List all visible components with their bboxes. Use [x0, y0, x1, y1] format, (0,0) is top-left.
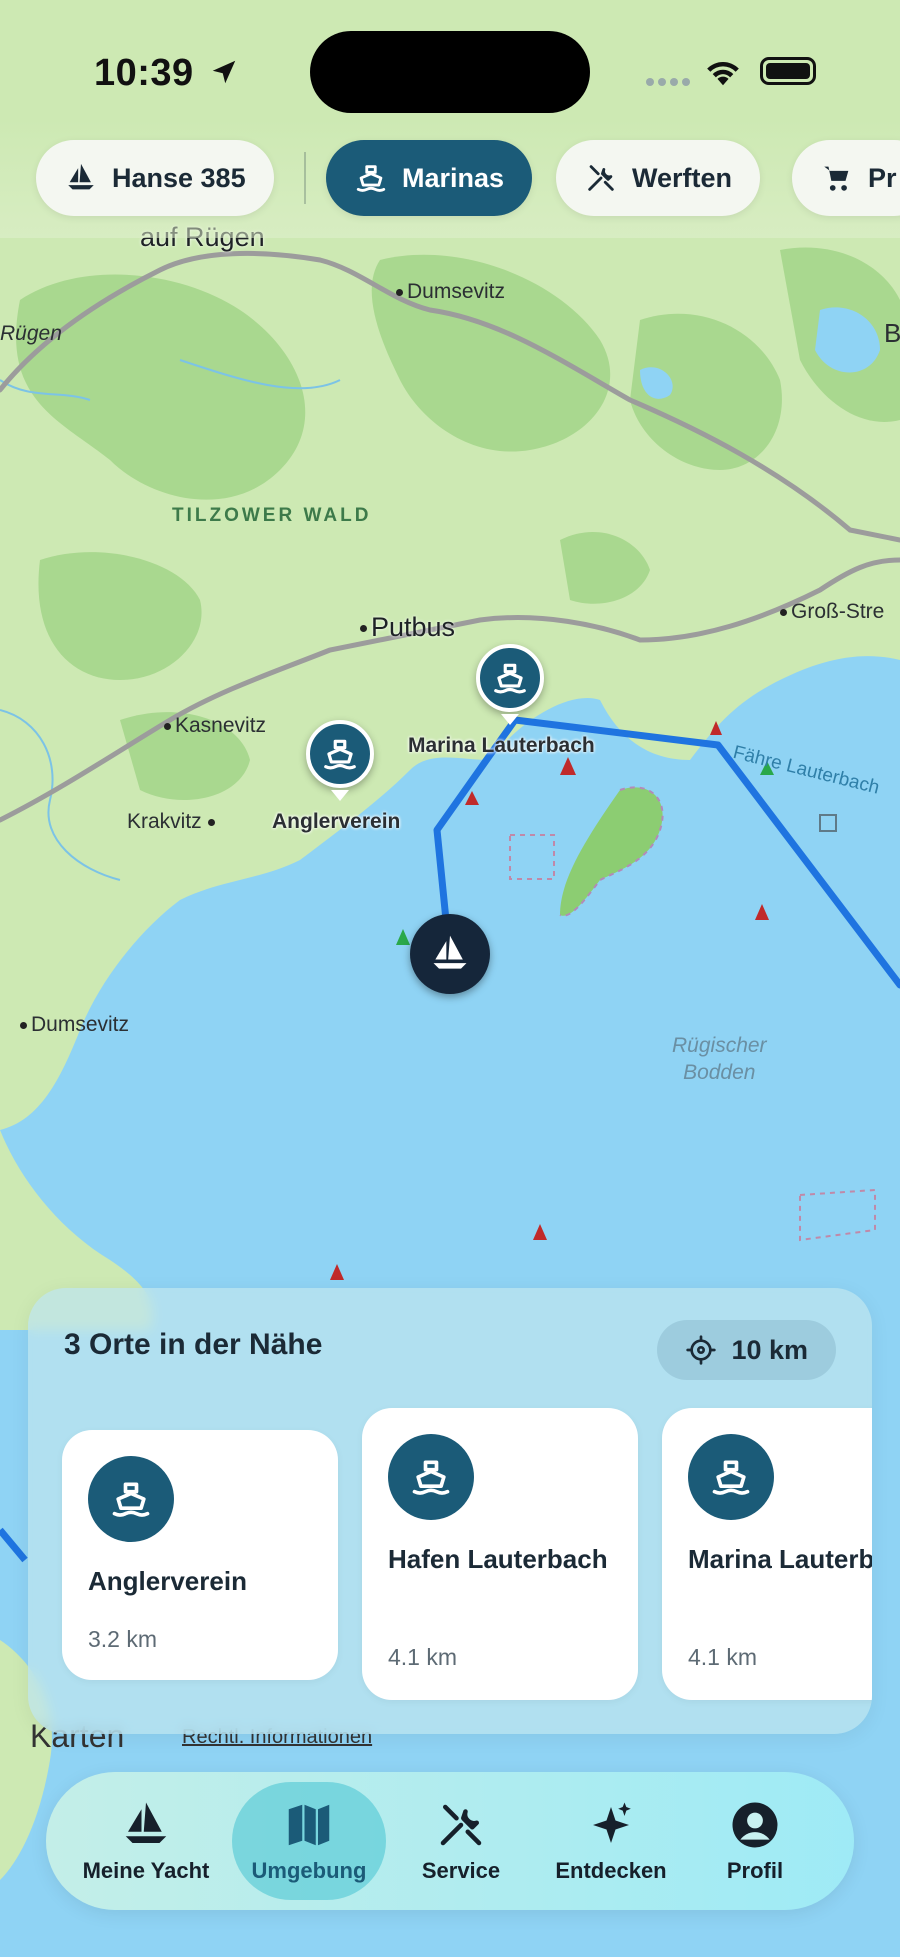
sailboat-icon: [433, 935, 467, 969]
sailboat-icon: [125, 1802, 167, 1843]
cart-icon: [824, 166, 849, 191]
my-yacht-marker[interactable]: [410, 914, 490, 994]
chip-werften[interactable]: Werften: [556, 140, 761, 216]
person-icon: [732, 1802, 778, 1848]
nearby-card-distance: 3.2 km: [88, 1626, 158, 1652]
ship-icon: [494, 663, 526, 694]
ship-icon-badge: [388, 1434, 474, 1520]
tab-service[interactable]: Service: [406, 1772, 516, 1910]
ship-icon: [712, 1460, 750, 1495]
ship-icon-badge: [688, 1434, 774, 1520]
ship-icon: [112, 1482, 150, 1517]
tab-umgebung[interactable]: Umgebung: [232, 1772, 386, 1910]
chip-my-yacht[interactable]: Hanse 385: [36, 140, 274, 216]
chip-label: Marinas: [402, 162, 505, 193]
tab-meine-yacht[interactable]: Meine Yacht: [76, 1772, 216, 1910]
tab-bar: Meine Yacht Umgebung Service Entdecken P…: [46, 1772, 854, 1910]
tab-entdecken[interactable]: Entdecken: [546, 1772, 676, 1910]
nearby-card-distance: 4.1 km: [388, 1644, 458, 1670]
tools-icon: [588, 165, 614, 191]
status-time: 10:39: [94, 52, 239, 95]
nearby-card-name: Hafen Lauterbach: [388, 1544, 608, 1574]
tab-label: Entdecken: [555, 1858, 667, 1883]
status-bar: 10:39: [0, 0, 900, 140]
tab-label: Service: [421, 1858, 501, 1883]
dynamic-island: [310, 31, 590, 113]
tab-label: Umgebung: [251, 1858, 367, 1883]
map-label-kasnevitz: Kasnevitz: [164, 714, 266, 738]
nearby-card-name: Anglerverein: [88, 1566, 247, 1596]
marina-pin-anglerverein[interactable]: [306, 720, 374, 788]
map-label-putbus: Putbus: [360, 612, 455, 643]
map-label-rugen: Rügen: [0, 322, 62, 345]
ship-icon: [324, 739, 356, 770]
wifi-icon: [707, 61, 739, 86]
location-arrow-icon: [212, 60, 236, 84]
ship-icon: [356, 165, 386, 192]
map-label-dumsevitz-left: Dumsevitz: [20, 1013, 129, 1037]
tab-label: Meine Yacht: [82, 1858, 210, 1883]
ship-icon: [412, 1460, 450, 1495]
map-label-dumsevitz: Dumsevitz: [396, 280, 505, 304]
map-label-gross-strei: Groß-Stre: [780, 600, 884, 624]
radius-button[interactable]: 10 km: [657, 1320, 836, 1380]
chip-label: Pr: [868, 162, 897, 193]
map-label-tilzower-wald: TILZOWER WALD: [172, 505, 372, 526]
signal-icon: [646, 78, 690, 86]
marina-pin-marina-lauterbach[interactable]: [476, 644, 544, 712]
chip-separator: [304, 152, 306, 204]
map-label-rugischer-bodden: Rügischer Bodden: [672, 1034, 767, 1084]
nearby-card-list[interactable]: Anglerverein 3.2 km Hafen Lauterbach 4.1…: [62, 1406, 872, 1706]
nearby-card-anglerverein[interactable]: Anglerverein 3.2 km: [62, 1430, 338, 1680]
map-label-krakvitz: Krakvitz: [127, 810, 219, 834]
nearby-card-name: Marina Lauterbach: [688, 1544, 872, 1574]
nearby-card-hafen-lauterbach[interactable]: Hafen Lauterbach 4.1 km: [362, 1408, 638, 1700]
nearby-card-distance: 4.1 km: [688, 1644, 758, 1670]
tab-profil[interactable]: Profil: [700, 1772, 810, 1910]
nearby-sheet: 3 Orte in der Nähe 10 km Anglerverein 3.…: [28, 1288, 872, 1734]
nearby-card-marina-lauterbach[interactable]: Marina Lauterbach 4.1 km: [662, 1408, 872, 1700]
battery-icon: [760, 57, 816, 85]
chip-shop[interactable]: Pr: [792, 140, 900, 216]
sailboat-icon: [68, 163, 94, 190]
nearby-title: 3 Orte in der Nähe: [64, 1328, 323, 1361]
chip-label: Hanse 385: [112, 162, 246, 193]
ship-icon-badge: [88, 1456, 174, 1542]
sparkles-icon: [593, 1802, 631, 1843]
tab-label: Profil: [726, 1858, 784, 1883]
map-label-b: B: [884, 318, 900, 348]
chip-marinas[interactable]: Marinas: [326, 140, 533, 216]
map-label-marina-lauterbach: Marina Lauterbach: [408, 734, 595, 757]
tools-icon: [440, 1804, 482, 1846]
pin-tip: [501, 714, 519, 725]
map-label-anglerverein: Anglerverein: [272, 810, 401, 833]
map-icon: [288, 1804, 330, 1846]
radius-label: 10 km: [731, 1334, 808, 1365]
crosshair-icon: [686, 1335, 717, 1365]
chip-label: Werften: [632, 162, 733, 193]
pin-tip: [331, 790, 349, 801]
